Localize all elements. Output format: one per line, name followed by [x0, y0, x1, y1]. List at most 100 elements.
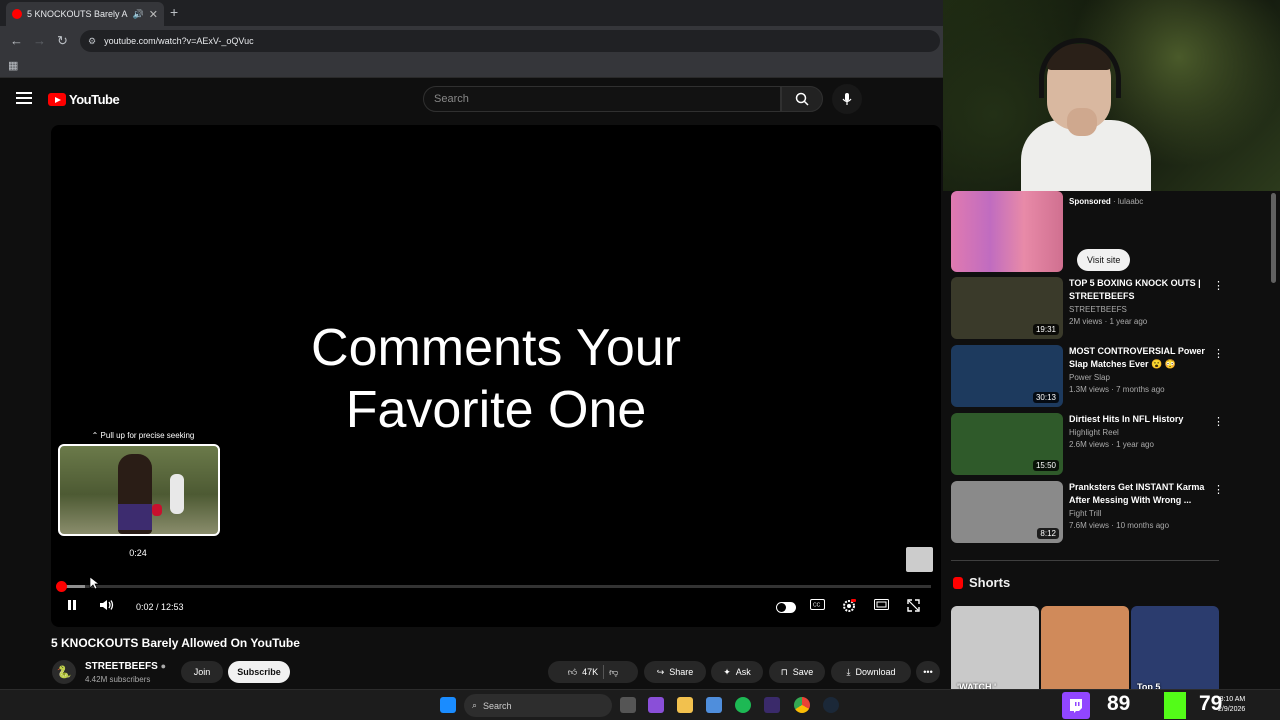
apps-grid-icon[interactable]: ▦ — [8, 59, 18, 72]
theater-icon — [874, 599, 889, 610]
more-vertical-icon[interactable]: ⋮ — [1213, 415, 1224, 428]
download-button[interactable]: ⤓ Download — [831, 661, 911, 683]
recommended-video[interactable]: 30:13 MOST CONTROVERSIAL Power Slap Match… — [951, 345, 1251, 407]
recommended-video[interactable]: 8:12 Pranksters Get INSTANT Karma After M… — [951, 481, 1251, 543]
site-info-icon[interactable]: ⚙ — [88, 36, 96, 47]
video-duration: 19:31 — [1032, 324, 1059, 335]
short-thumbnail[interactable]: Top 5 — [1131, 606, 1219, 689]
fullscreen-icon — [907, 599, 920, 612]
time-display: 0:02 / 12:53 — [136, 602, 184, 612]
video-channel: Power Slap — [1069, 373, 1110, 382]
speaker-icon[interactable]: 🔊 — [133, 9, 144, 20]
fullscreen-button[interactable] — [907, 599, 920, 615]
video-channel: STREETBEEFS — [1069, 305, 1127, 314]
taskbar-search-label: Search — [483, 700, 512, 711]
windows-start-icon[interactable] — [440, 697, 456, 713]
thumbs-down-icon: 👎︎ — [609, 666, 619, 677]
pause-button[interactable] — [66, 599, 78, 614]
volume-button[interactable] — [99, 599, 115, 614]
forward-icon[interactable]: → — [33, 33, 46, 48]
hudfx-icon[interactable] — [764, 697, 780, 713]
captions-icon: CC — [810, 599, 825, 610]
pause-icon — [68, 600, 76, 610]
video-title: MOST CONTROVERSIAL Power Slap Matches Ev… — [1069, 346, 1205, 369]
more-vertical-icon[interactable]: ⋮ — [1213, 279, 1224, 292]
more-actions-button[interactable]: ••• — [916, 661, 940, 683]
recommended-video[interactable]: 15:50 Dirtiest Hits In NFL History Highlig… — [951, 413, 1251, 475]
more-vertical-icon[interactable]: ⋮ — [1213, 347, 1224, 360]
steam-icon[interactable] — [823, 697, 839, 713]
sidebar-divider — [951, 560, 1219, 561]
file-explorer-icon[interactable] — [677, 697, 693, 713]
ask-button[interactable]: ✦ Ask — [711, 661, 763, 683]
video-thumbnail: 8:12 — [951, 481, 1063, 543]
settings-button[interactable] — [842, 599, 856, 616]
thumbs-up-icon: 👍︎ — [567, 666, 578, 677]
preview-time: 0:24 — [129, 548, 147, 558]
channel-avatar[interactable]: 🐍 — [52, 660, 76, 684]
share-label: Share — [669, 667, 694, 677]
sidebar-scrollbar[interactable] — [1271, 193, 1276, 283]
notepad-icon[interactable] — [706, 697, 722, 713]
mouse-cursor-icon — [89, 576, 99, 590]
new-tab-icon[interactable]: + — [170, 4, 178, 20]
microphone-icon — [842, 93, 852, 105]
short-thumbnail[interactable] — [1041, 606, 1129, 689]
like-button[interactable]: 👍︎ 47K — [568, 667, 598, 678]
autoplay-toggle[interactable] — [776, 602, 796, 613]
sponsored-ad[interactable]: Sponsored · lulaabc Visit site — [951, 191, 1251, 272]
subscribe-button[interactable]: Subscribe — [228, 661, 290, 683]
video-overlay-text: Comments Your Favorite One — [51, 317, 941, 441]
svg-text:CC: CC — [813, 603, 821, 609]
chrome-icon[interactable] — [794, 697, 810, 713]
browser-tab-strip: 5 KNOCKOUTS Barely Allowe 🔊 ✕ + — [0, 0, 943, 26]
search-button[interactable] — [781, 86, 823, 112]
save-button[interactable]: ⊓ Save — [769, 661, 825, 683]
theater-mode-button[interactable] — [874, 599, 889, 613]
system-clock[interactable]: 8:10 AM 2/9/2026 — [1218, 695, 1245, 715]
browser-toolbar: ← → ↻ ⚙ youtube.com/watch?v=AExV-_oQVuc — [0, 26, 943, 56]
clock-date: 2/9/2026 — [1218, 706, 1246, 713]
seek-hint: ⌃ Pull up for precise seeking — [91, 431, 195, 440]
like-dislike-group: 👍︎ 47K 👎︎ — [548, 661, 638, 683]
more-horizontal-icon: ••• — [923, 667, 933, 677]
spotify-icon[interactable] — [735, 697, 751, 713]
share-button[interactable]: ↪ Share — [644, 661, 706, 683]
voice-search-button[interactable] — [832, 84, 862, 114]
dislike-button[interactable]: 👎︎ — [609, 667, 618, 678]
search-input[interactable]: Search — [423, 86, 781, 112]
menu-icon[interactable] — [16, 92, 32, 104]
browser-tab[interactable]: 5 KNOCKOUTS Barely Allowe 🔊 ✕ — [6, 2, 164, 26]
taskbar-search[interactable]: ⌕ Search — [464, 694, 612, 717]
youtube-logo[interactable]: YouTube — [48, 92, 120, 107]
captions-button[interactable]: CC — [810, 599, 825, 613]
video-channel: Highlight Reel — [1069, 428, 1119, 437]
back-icon[interactable]: ← — [10, 33, 23, 48]
tab-title: 5 KNOCKOUTS Barely Allowe — [27, 9, 128, 19]
address-bar[interactable]: ⚙ youtube.com/watch?v=AExV-_oQVuc — [80, 30, 940, 52]
reload-icon[interactable]: ↻ — [57, 33, 68, 49]
video-duration: 15:50 — [1032, 460, 1059, 471]
channel-watermark[interactable] — [906, 547, 933, 572]
visit-site-button[interactable]: Visit site — [1077, 249, 1131, 271]
progress-bar[interactable] — [61, 585, 931, 588]
video-title: Pranksters Get INSTANT Karma After Messi… — [1069, 482, 1205, 505]
webcam-streamer-hand — [1067, 108, 1097, 136]
close-tab-icon[interactable]: ✕ — [149, 8, 158, 21]
preview-fighter-shorts — [118, 504, 152, 530]
channel-name[interactable]: STREETBEEFS ● — [85, 661, 166, 672]
copilot-icon[interactable] — [648, 697, 664, 713]
task-view-icon[interactable] — [620, 697, 636, 713]
youtube-favicon-icon — [12, 9, 22, 19]
join-button[interactable]: Join — [181, 661, 223, 683]
progress-scrubber[interactable] — [56, 581, 67, 592]
short-thumbnail[interactable]: 'WATCH ' — [951, 606, 1039, 689]
video-views: 1.3M views · 7 months ago — [1069, 385, 1165, 394]
recommended-video[interactable]: 19:31 TOP 5 BOXING KNOCK OUTS | STREETBEE… — [951, 277, 1251, 339]
windows-taskbar: ⌕ Search 89 79 8:10 AM 2/9/2026 — [0, 689, 1280, 720]
video-views: 7.6M views · 10 months ago — [1069, 521, 1170, 530]
recommendations-sidebar: Sponsored · lulaabc Visit site 19:31 TOP … — [943, 191, 1280, 689]
more-vertical-icon[interactable]: ⋮ — [1213, 483, 1224, 496]
twitch-viewer-count: 89 — [1107, 692, 1131, 715]
video-player[interactable]: Comments Your Favorite One ⌃ Pull up for… — [51, 125, 941, 627]
